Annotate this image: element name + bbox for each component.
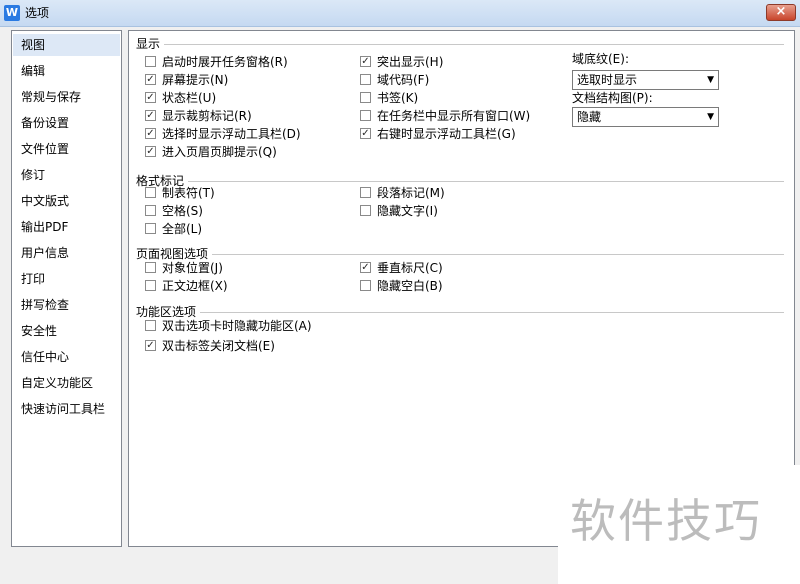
option-label: 全部(L) — [162, 222, 203, 236]
sidebar-item[interactable]: 视图 — [13, 34, 120, 56]
watermark-text: 软件技巧 — [570, 494, 762, 548]
sidebar-item[interactable]: 信任中心 — [13, 346, 120, 368]
watermark: 软件技巧 — [558, 465, 800, 584]
option-label: 段落标记(M) — [377, 186, 445, 200]
option-label: 隐藏文字(I) — [377, 204, 438, 218]
option-label: 隐藏空白(B) — [377, 279, 443, 293]
option-label: 空格(S) — [162, 204, 203, 218]
page-view-title: 页面视图选项 — [136, 247, 213, 261]
checkbox-checked-icon[interactable]: ✓ — [360, 262, 371, 273]
checkbox-checked-icon[interactable]: ✓ — [145, 110, 156, 121]
title-bar: W 选项 × — [0, 0, 800, 27]
sidebar-item[interactable]: 中文版式 — [13, 190, 120, 212]
field-shading-label: 域底纹(E): — [572, 52, 629, 66]
app-logo-icon: W — [4, 5, 20, 21]
checkbox-unchecked-icon[interactable] — [360, 92, 371, 103]
sidebar-item[interactable]: 输出PDF — [13, 216, 120, 238]
option-label: 双击选项卡时隐藏功能区(A) — [162, 319, 312, 333]
sidebar-item[interactable]: 自定义功能区 — [13, 372, 120, 394]
checkbox-unchecked-icon[interactable] — [360, 187, 371, 198]
format-marks-divider — [136, 181, 784, 182]
option-label: 突出显示(H) — [377, 55, 444, 69]
checkbox-checked-icon[interactable]: ✓ — [145, 92, 156, 103]
option-label: 启动时展开任务窗格(R) — [162, 55, 288, 69]
display-section-divider — [136, 44, 784, 45]
sidebar-item[interactable]: 常规与保存 — [13, 86, 120, 108]
option-label: 对象位置(J) — [162, 261, 223, 275]
checkbox-checked-icon[interactable]: ✓ — [145, 340, 156, 351]
checkbox-unchecked-icon[interactable] — [360, 280, 371, 291]
checkbox-unchecked-icon[interactable] — [145, 205, 156, 216]
checkbox-unchecked-icon[interactable] — [145, 320, 156, 331]
doc-map-label: 文档结构图(P): — [572, 91, 653, 105]
checkbox-unchecked-icon[interactable] — [145, 223, 156, 234]
doc-map-select[interactable]: 隐藏 ▼ — [572, 107, 719, 127]
window-title: 选项 — [25, 6, 50, 20]
page-view-divider — [136, 254, 784, 255]
sidebar-item[interactable]: 打印 — [13, 268, 120, 290]
option-label: 右键时显示浮动工具栏(G) — [377, 127, 516, 141]
option-label: 双击标签关闭文档(E) — [162, 339, 275, 353]
ribbon-options-divider — [136, 312, 784, 313]
checkbox-checked-icon[interactable]: ✓ — [360, 128, 371, 139]
checkbox-unchecked-icon[interactable] — [145, 280, 156, 291]
display-section-title: 显示 — [136, 37, 165, 51]
option-label: 垂直标尺(C) — [377, 261, 443, 275]
checkbox-unchecked-icon[interactable] — [360, 74, 371, 85]
checkbox-unchecked-icon[interactable] — [360, 110, 371, 121]
sidebar-item[interactable]: 安全性 — [13, 320, 120, 342]
close-button[interactable]: × — [766, 4, 796, 21]
sidebar-item[interactable]: 修订 — [13, 164, 120, 186]
doc-map-value: 隐藏 — [577, 110, 602, 124]
checkbox-unchecked-icon[interactable] — [145, 187, 156, 198]
checkbox-checked-icon[interactable]: ✓ — [145, 74, 156, 85]
checkbox-unchecked-icon[interactable] — [145, 56, 156, 67]
checkbox-checked-icon[interactable]: ✓ — [360, 56, 371, 67]
sidebar-item[interactable]: 用户信息 — [13, 242, 120, 264]
chevron-down-icon: ▼ — [707, 75, 714, 85]
sidebar-item[interactable]: 快速访问工具栏 — [13, 398, 120, 420]
checkbox-checked-icon[interactable]: ✓ — [145, 128, 156, 139]
option-label: 正文边框(X) — [162, 279, 228, 293]
sidebar-item[interactable]: 备份设置 — [13, 112, 120, 134]
sidebar-item[interactable]: 文件位置 — [13, 138, 120, 160]
checkbox-unchecked-icon[interactable] — [145, 262, 156, 273]
option-label: 域代码(F) — [377, 73, 430, 87]
option-label: 屏幕提示(N) — [162, 73, 229, 87]
field-shading-select[interactable]: 选取时显示 ▼ — [572, 70, 719, 90]
option-label: 制表符(T) — [162, 186, 215, 200]
options-category-list: 视图编辑常规与保存备份设置文件位置修订中文版式输出PDF 用户信息打印拼写检查安全… — [11, 30, 122, 547]
checkbox-unchecked-icon[interactable] — [360, 205, 371, 216]
option-label: 显示裁剪标记(R) — [162, 109, 252, 123]
sidebar-item[interactable]: 拼写检查 — [13, 294, 120, 316]
chevron-down-icon: ▼ — [707, 112, 714, 122]
checkbox-checked-icon[interactable]: ✓ — [145, 146, 156, 157]
option-label: 进入页眉页脚提示(Q) — [162, 145, 277, 159]
field-shading-value: 选取时显示 — [577, 73, 638, 87]
option-label: 状态栏(U) — [162, 91, 217, 105]
option-label: 选择时显示浮动工具栏(D) — [162, 127, 301, 141]
sidebar-item[interactable]: 编辑 — [13, 60, 120, 82]
option-label: 在任务栏中显示所有窗口(W) — [377, 109, 531, 123]
ribbon-options-title: 功能区选项 — [136, 305, 201, 319]
option-label: 书签(K) — [377, 91, 419, 105]
